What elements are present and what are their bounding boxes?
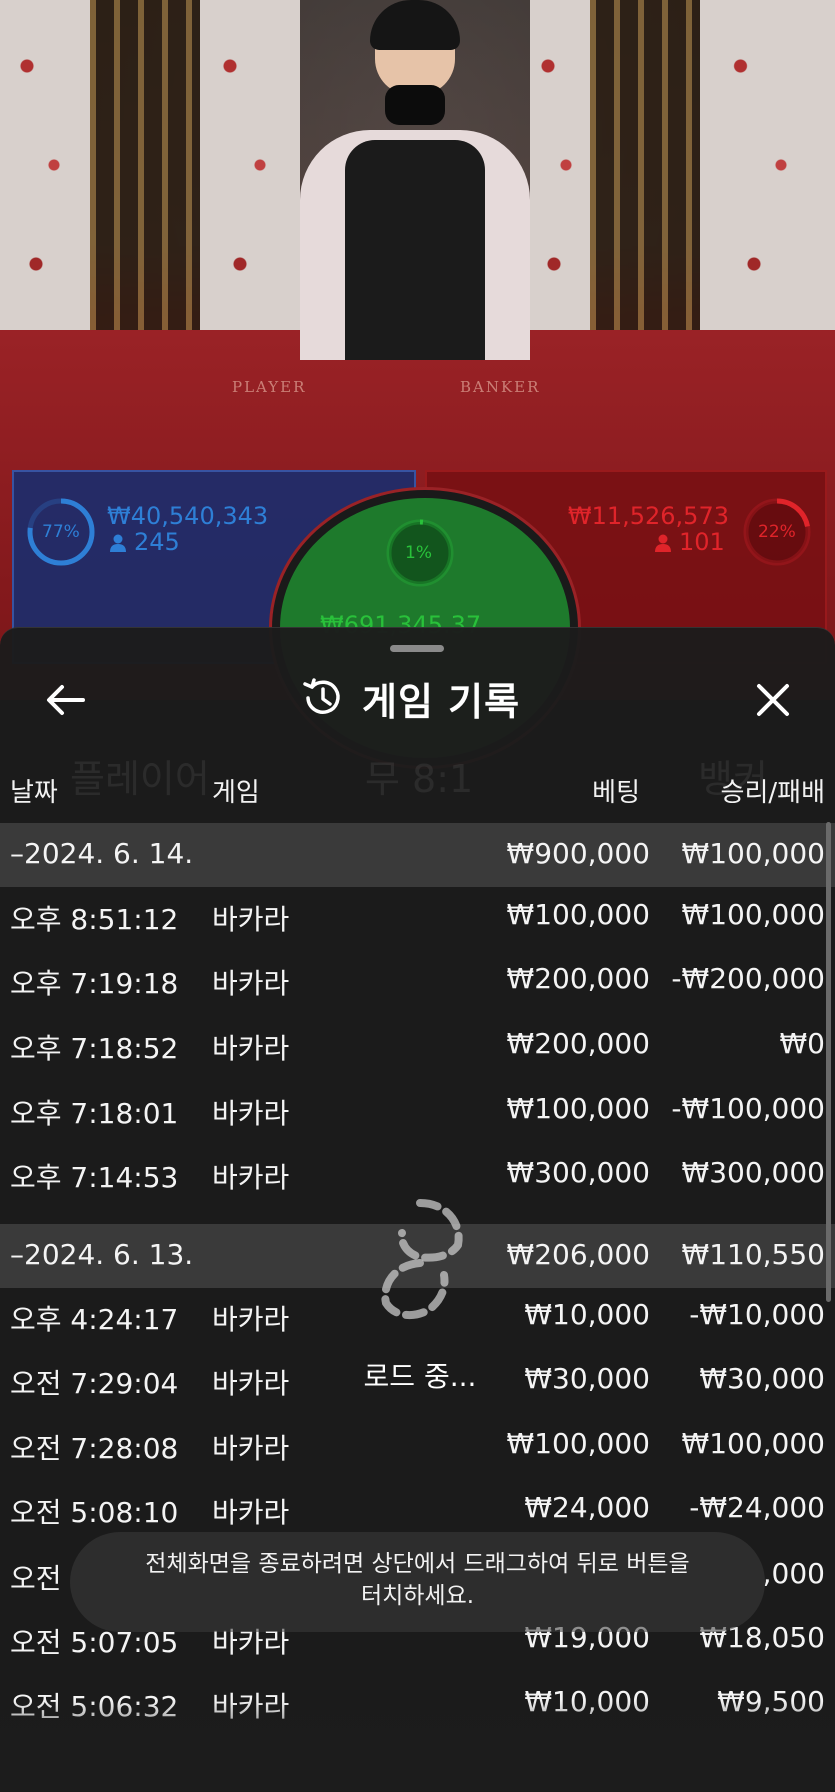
cell-result: ₩30,000	[699, 1362, 825, 1395]
cell-time: 오전 7:28:08	[10, 1432, 179, 1465]
dealer	[300, 0, 530, 360]
bg-bet-label-tie: 무 8:1	[365, 757, 474, 801]
cell-time: 오전 5:08:10	[10, 1496, 179, 1529]
cell-game: 바카라	[212, 1496, 290, 1529]
bg-bet-label-player: 플레이어	[70, 757, 210, 801]
cell-bet: ₩24,000	[524, 1491, 650, 1524]
cell-game: 바카라	[212, 1161, 290, 1194]
cell-time: 오후 7:18:52	[10, 1032, 179, 1065]
scrollbar[interactable]	[826, 822, 831, 1302]
cell-time: –2024. 6. 13.	[10, 1238, 194, 1271]
cell-bet: ₩30,000	[524, 1362, 650, 1395]
column-header-game: 게임	[212, 778, 260, 808]
cell-time: 오후 8:51:12	[10, 903, 179, 936]
blossom-wall	[700, 0, 835, 330]
banker-total-amount: ₩11,526,573	[567, 502, 729, 530]
date-group-row[interactable]: –2024. 6. 14. ₩900,000 ₩100,000	[0, 823, 835, 887]
wooden-screen-right	[590, 0, 700, 330]
cell-bet: ₩100,000	[506, 898, 650, 931]
column-header-date: 날짜	[10, 778, 58, 808]
title-text: 게임 기록	[362, 679, 521, 724]
column-header-result: 승리/패배	[720, 778, 825, 808]
person-icon	[655, 534, 671, 556]
cell-result: -₩10,000	[689, 1298, 825, 1331]
cell-time: 오후 7:19:18	[10, 967, 179, 1000]
cell-time: 오전	[10, 1562, 62, 1595]
cell-bet: ₩100,000	[506, 1092, 650, 1125]
cell-result: ,000	[762, 1557, 825, 1590]
cell-result: -₩100,000	[671, 1092, 825, 1125]
blossom-wall	[200, 0, 300, 330]
cell-time: 오후 7:18:01	[10, 1097, 179, 1130]
table-label-banker: BANKER	[460, 378, 541, 396]
toast-message: 전체화면을 종료하려면 상단에서 드래그하여 뒤로 버튼을 터치하세요.	[70, 1548, 765, 1612]
player-total-amount: ₩40,540,343	[107, 502, 269, 530]
cell-game: 바카라	[212, 1367, 290, 1400]
cell-result: ₩0	[779, 1027, 826, 1060]
player-percent: 77%	[42, 522, 80, 542]
person-icon	[110, 534, 126, 556]
blossom-wall	[0, 0, 90, 330]
drag-handle[interactable]	[390, 645, 444, 652]
cell-time: 오후 7:14:53	[10, 1161, 179, 1194]
cell-result: ₩100,000	[681, 898, 825, 931]
column-header-bet: 베팅	[592, 778, 640, 808]
cell-result: ₩100,000	[681, 1427, 825, 1460]
arrow-left-icon	[47, 685, 85, 715]
cell-result: -₩200,000	[671, 962, 825, 995]
table-label-player: PLAYER	[232, 378, 307, 396]
banker-count: 101	[679, 528, 725, 556]
bottom-fade	[0, 1700, 835, 1791]
cell-bet: ₩900,000	[506, 837, 650, 870]
cell-time: 오전 7:29:04	[10, 1367, 179, 1400]
loading-text: 로드 중...	[363, 1360, 477, 1393]
cell-bet: ₩300,000	[506, 1156, 650, 1189]
close-button[interactable]	[748, 675, 798, 725]
cell-result: -₩24,000	[689, 1491, 825, 1524]
toast-line-2: 터치하세요.	[360, 1583, 475, 1609]
cell-result: ₩300,000	[681, 1156, 825, 1189]
wooden-screen-left	[90, 0, 200, 330]
page-title: 게임 기록	[300, 668, 520, 728]
cell-game: 바카라	[212, 903, 290, 936]
cell-game: 바카라	[212, 1303, 290, 1336]
banker-percent: 22%	[758, 522, 796, 542]
cell-bet: ₩10,000	[524, 1298, 650, 1331]
cell-result: ₩100,000	[681, 837, 825, 870]
tie-percent: 1%	[405, 543, 432, 563]
loading-spinner-icon	[381, 1199, 463, 1319]
player-count: 245	[134, 528, 180, 556]
history-icon	[303, 678, 340, 714]
cell-game: 바카라	[212, 967, 290, 1000]
cell-bet: ₩200,000	[506, 1027, 650, 1060]
back-button[interactable]	[40, 675, 90, 725]
cell-game: 바카라	[212, 1432, 290, 1465]
cell-time: –2024. 6. 14.	[10, 837, 194, 870]
cell-time: 오후 4:24:17	[10, 1303, 179, 1336]
cell-game: 바카라	[212, 1097, 290, 1130]
close-icon	[757, 684, 789, 716]
toast-line-1: 전체화면을 종료하려면 상단에서 드래그하여 뒤로 버튼을	[145, 1551, 690, 1577]
cell-bet: ₩206,000	[506, 1238, 650, 1271]
cell-game: 바카라	[212, 1032, 290, 1065]
cell-bet: ₩100,000	[506, 1427, 650, 1460]
cell-bet: ₩200,000	[506, 962, 650, 995]
blossom-wall	[530, 0, 590, 330]
cell-result: ₩110,550	[681, 1238, 825, 1271]
